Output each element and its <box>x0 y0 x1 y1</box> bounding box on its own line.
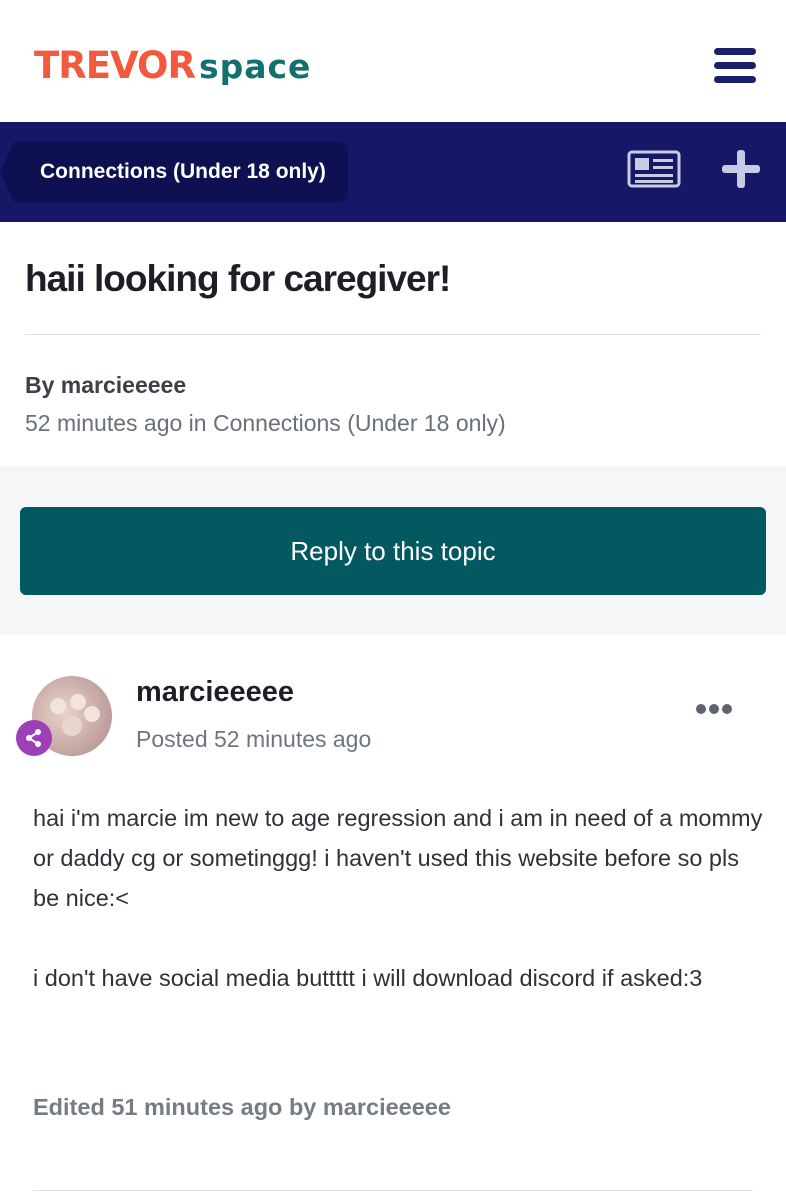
topic-byline[interactable]: By marcieeeee <box>25 372 186 399</box>
community-badge-icon <box>16 720 52 756</box>
logo-text-trevor: TREVOR <box>34 44 196 87</box>
divider <box>33 1190 753 1191</box>
post-paragraph: i don't have social media buttttt i will… <box>33 965 703 991</box>
post-timestamp: Posted 52 minutes ago <box>136 726 372 752</box>
breadcrumb-connections[interactable]: Connections (Under 18 only) <box>0 142 348 202</box>
hamburger-menu-icon[interactable] <box>714 48 756 84</box>
post-body: hai i'm marcie im new to age regression … <box>33 798 763 1038</box>
topic-header: haii looking for caregiver! By marcieeee… <box>0 232 786 466</box>
topic-meta: 52 minutes ago in Connections (Under 18 … <box>25 410 506 436</box>
reply-to-topic-button[interactable]: Reply to this topic <box>20 507 766 595</box>
newspaper-icon[interactable] <box>627 150 681 188</box>
edited-note: Edited 51 minutes ago by marcieeeee <box>33 1094 451 1120</box>
trevorspace-logo[interactable]: TREVOR space <box>34 44 311 87</box>
logo-text-space: space <box>198 47 312 86</box>
more-options-icon[interactable] <box>696 704 732 718</box>
divider <box>25 334 761 335</box>
top-bar: TREVOR space <box>0 0 786 122</box>
topic-title: haii looking for caregiver! <box>25 258 451 299</box>
plus-icon[interactable] <box>722 150 760 188</box>
post-card: marcieeeee Posted 52 minutes ago hai i'm… <box>0 634 786 1200</box>
post-author[interactable]: marcieeeee <box>136 676 294 709</box>
post-paragraph: hai i'm marcie im new to age regression … <box>33 805 763 911</box>
